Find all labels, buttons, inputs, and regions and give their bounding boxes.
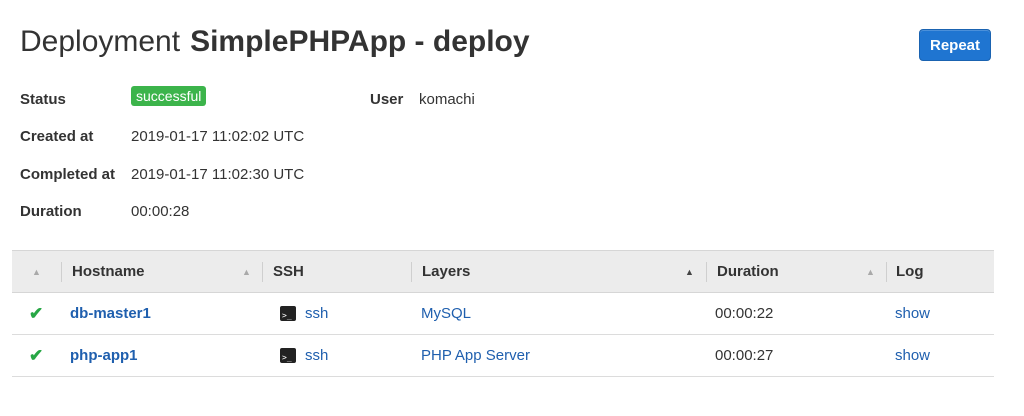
- hostname-link[interactable]: php-app1: [70, 335, 138, 376]
- duration-cell: 00:00:27: [715, 347, 774, 364]
- layer-link[interactable]: PHP App Server: [421, 335, 530, 376]
- status-label: Status: [20, 91, 66, 108]
- created-at-value: 2019-01-17 11:02:02 UTC: [131, 128, 305, 145]
- page-title-prefix: Deployment: [20, 25, 181, 58]
- column-layers[interactable]: Layers: [422, 251, 470, 292]
- log-show-link[interactable]: show: [895, 335, 930, 376]
- repeat-button[interactable]: Repeat: [919, 29, 991, 61]
- layer-link[interactable]: MySQL: [421, 293, 471, 334]
- column-hostname[interactable]: Hostname: [72, 251, 145, 292]
- page-title: Deployment SimplePHPApp - deploy: [20, 25, 530, 59]
- sort-icon[interactable]: ▲: [32, 251, 41, 292]
- column-duration[interactable]: Duration: [717, 251, 779, 292]
- terminal-icon: >_: [280, 348, 296, 363]
- sort-icon[interactable]: ▲: [866, 251, 875, 292]
- duration-label: Duration: [20, 203, 82, 220]
- completed-at-value: 2019-01-17 11:02:30 UTC: [131, 166, 305, 183]
- instances-table: ▲ Hostname ▲ SSH Layers ▲ Duration ▲ Log…: [12, 250, 994, 377]
- deployment-name: SimplePHPApp - deploy: [190, 25, 530, 58]
- completed-at-label: Completed at: [20, 166, 116, 183]
- created-at-label: Created at: [20, 128, 94, 145]
- duration-value: 00:00:28: [131, 203, 190, 220]
- column-divider: [262, 262, 263, 282]
- terminal-icon: >_: [280, 306, 296, 321]
- table-row: ✔ db-master1 >_ ssh MySQL 00:00:22 show: [12, 293, 994, 335]
- status-badge: successful: [131, 86, 207, 106]
- column-log[interactable]: Log: [896, 251, 924, 292]
- ssh-cell: >_ ssh: [280, 293, 328, 334]
- user-value: komachi: [419, 91, 475, 108]
- sort-active-icon[interactable]: ▲: [685, 251, 694, 292]
- column-ssh[interactable]: SSH: [273, 251, 304, 292]
- column-divider: [886, 262, 887, 282]
- ssh-link[interactable]: ssh: [305, 347, 328, 364]
- duration-cell: 00:00:22: [715, 305, 774, 322]
- column-divider: [61, 262, 62, 282]
- table-row: ✔ php-app1 >_ ssh PHP App Server 00:00:2…: [12, 335, 994, 377]
- ssh-link[interactable]: ssh: [305, 305, 328, 322]
- log-show-link[interactable]: show: [895, 293, 930, 334]
- user-label: User: [370, 91, 404, 108]
- ssh-cell: >_ ssh: [280, 335, 328, 376]
- column-divider: [706, 262, 707, 282]
- column-divider: [411, 262, 412, 282]
- hostname-link[interactable]: db-master1: [70, 293, 151, 334]
- sort-icon[interactable]: ▲: [242, 251, 251, 292]
- table-header: ▲ Hostname ▲ SSH Layers ▲ Duration ▲ Log: [12, 250, 994, 293]
- check-icon: ✔: [29, 303, 44, 323]
- check-icon: ✔: [29, 345, 44, 365]
